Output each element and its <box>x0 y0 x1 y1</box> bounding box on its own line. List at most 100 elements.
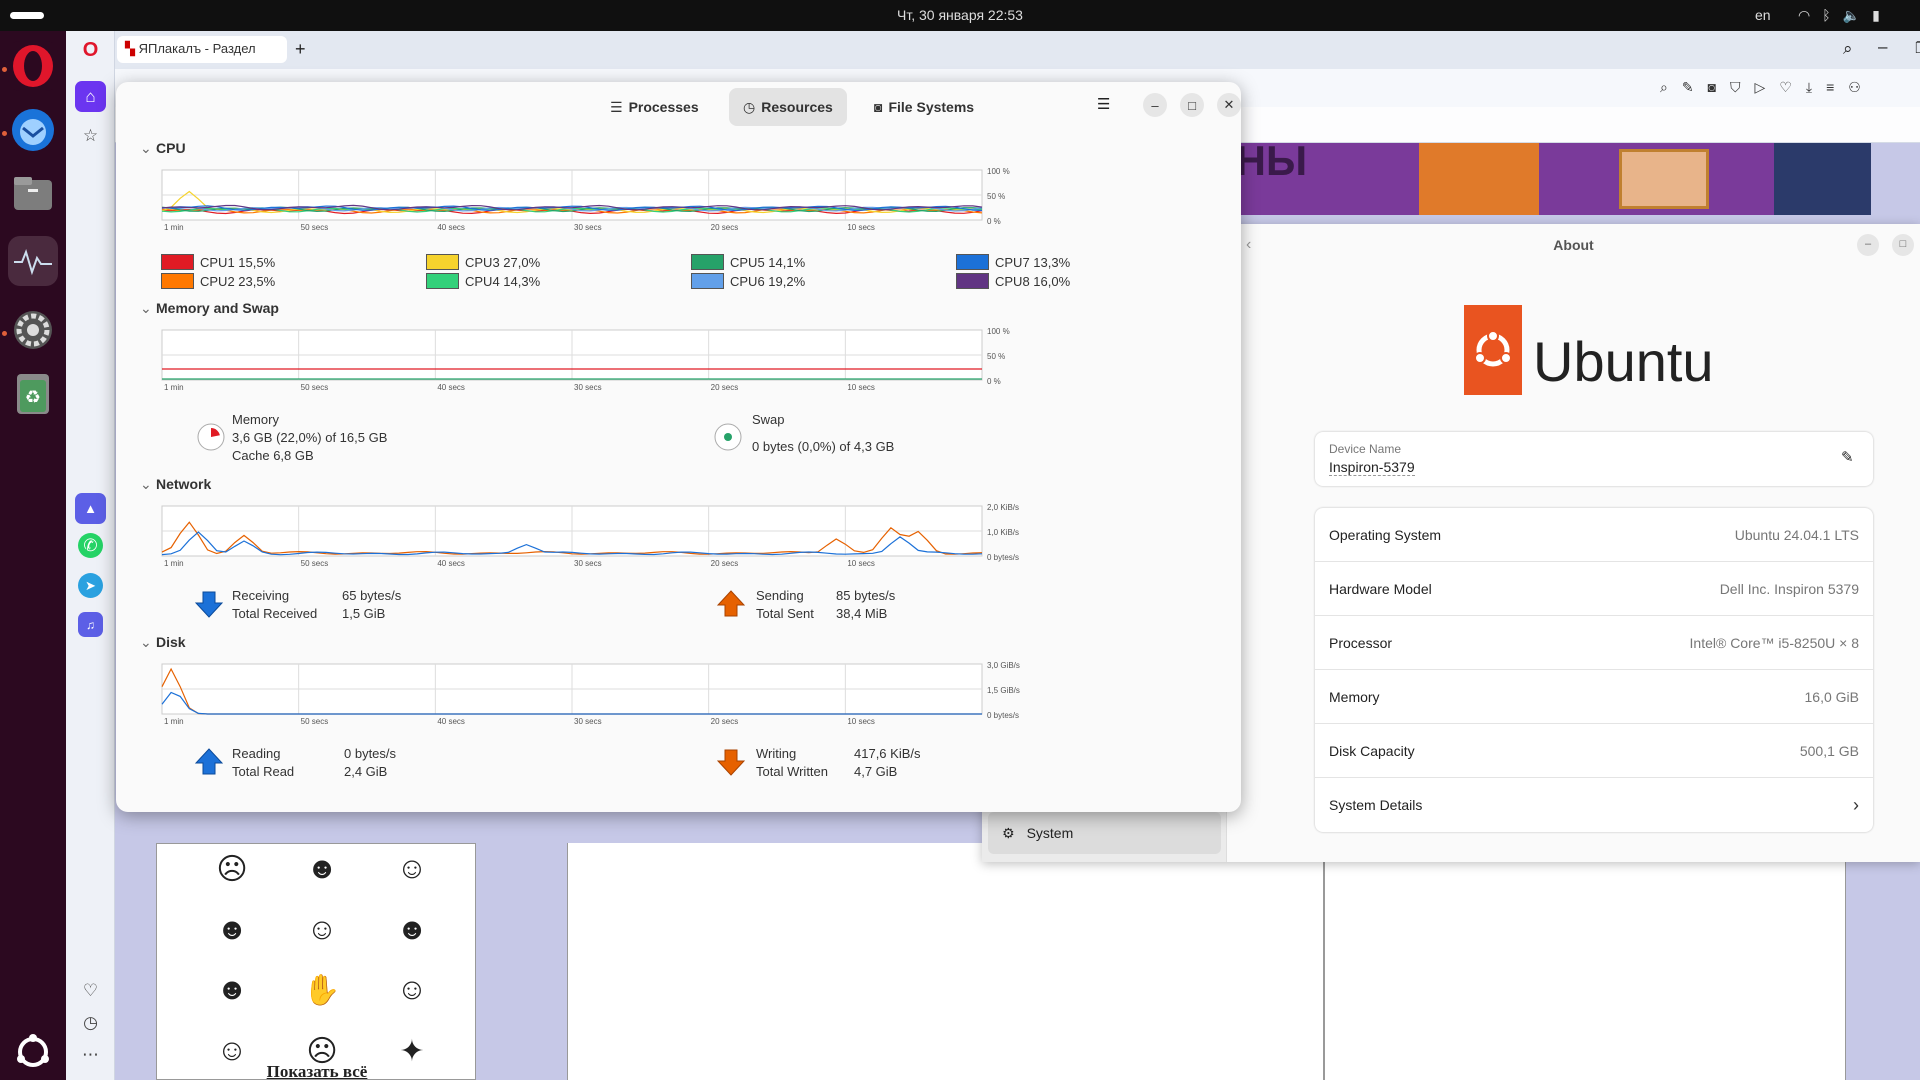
minimize-button[interactable]: – <box>1857 234 1879 256</box>
smiley-icon[interactable]: ✋ <box>277 973 367 1020</box>
restore-icon[interactable]: ❐ <box>1915 39 1920 57</box>
device-name-row[interactable]: Device Name Inspiron-5379 ✎ <box>1315 432 1873 486</box>
system-details-row[interactable]: System Details › <box>1315 778 1873 832</box>
tab-file-systems[interactable]: ◙ File Systems <box>860 88 988 126</box>
show-all-link[interactable]: Показать всё <box>157 1062 477 1080</box>
settings-icon[interactable] <box>8 305 58 355</box>
smiley-icon[interactable]: ☻ <box>187 913 277 959</box>
trash-icon[interactable]: ♻ <box>8 369 58 419</box>
total-read-value: 2,4 GiB <box>344 764 388 779</box>
wifi-icon: ◠ <box>1798 7 1811 23</box>
close-button[interactable]: ✕ <box>1217 93 1241 117</box>
browser-tab[interactable]: ▚ ЯПлакалъ - Раздел <box>117 36 287 63</box>
telegram-icon[interactable]: ➤ <box>78 573 103 598</box>
color-swatch[interactable] <box>956 273 989 289</box>
section-memory[interactable]: ⌄ Memory and Swap <box>140 300 279 317</box>
color-swatch[interactable] <box>691 273 724 289</box>
section-disk[interactable]: ⌄ Disk <box>140 634 186 651</box>
edit-icon[interactable]: ✎ <box>1841 448 1854 466</box>
dock: ♻ <box>0 31 66 1080</box>
cpu-legend-item[interactable]: CPU8 16,0% <box>956 273 1070 289</box>
search-tabs-icon[interactable]: ⌕ <box>1843 39 1853 59</box>
color-swatch[interactable] <box>426 254 459 270</box>
smiley-icon[interactable]: ☻ <box>277 852 367 899</box>
time-tick-label: 1 min <box>164 383 184 392</box>
clock[interactable]: Чт, 30 января 22:53 <box>0 7 1920 23</box>
ubuntu-wordmark: Ubuntu <box>1533 330 1714 393</box>
total-written-value: 4,7 GiB <box>854 764 898 779</box>
home-icon[interactable]: ⌂ <box>75 81 106 112</box>
y-tick-label: 50 % <box>987 352 1005 361</box>
cpu-legend-item[interactable]: CPU5 14,1% <box>691 254 805 270</box>
easy-setup-icon[interactable]: ≡ <box>1826 79 1834 96</box>
aria-icon[interactable]: ▲ <box>75 493 106 524</box>
system-tray[interactable]: ◠ ᛒ 🔈 ▮ <box>1798 7 1880 24</box>
thunderbird-icon[interactable] <box>8 105 58 155</box>
time-tick-label: 10 secs <box>847 383 875 392</box>
download-icon[interactable]: ⤓ <box>1806 79 1812 96</box>
shield-icon[interactable]: ⛉ <box>1730 79 1741 96</box>
cpu-legend-item[interactable]: CPU3 27,0% <box>426 254 540 270</box>
color-swatch[interactable] <box>161 273 194 289</box>
reading-value: 0 bytes/s <box>344 746 397 761</box>
color-swatch[interactable] <box>426 273 459 289</box>
color-swatch[interactable] <box>956 254 989 270</box>
section-network[interactable]: ⌄ Network <box>140 476 211 493</box>
system-monitor-icon[interactable] <box>8 236 58 286</box>
sidebar-item-system[interactable]: ⚙ System <box>988 812 1221 854</box>
heart-icon[interactable]: ♡ <box>1779 79 1792 96</box>
star-icon[interactable]: ☆ <box>75 120 106 151</box>
device-name-field[interactable]: Inspiron-5379 <box>1329 459 1415 476</box>
swap-title: Swap <box>752 412 785 427</box>
cpu-legend-item[interactable]: CPU7 13,3% <box>956 254 1070 270</box>
minimize-button[interactable]: – <box>1143 93 1167 117</box>
smiley-icon[interactable]: ☺ <box>367 852 457 899</box>
cpu-legend-item[interactable]: CPU1 15,5% <box>161 254 275 270</box>
tab-processes[interactable]: ☰ Processes <box>596 88 713 126</box>
smiley-icon[interactable]: ☺ <box>277 913 367 959</box>
maximize-button[interactable]: □ <box>1180 93 1204 117</box>
opera-icon[interactable] <box>8 41 58 91</box>
smiley-icon[interactable]: ☻ <box>367 913 457 959</box>
cpu-legend-item[interactable]: CPU4 14,3% <box>426 273 540 289</box>
tab-resources[interactable]: ◷ Resources <box>729 88 847 126</box>
writing-info: Writing Total Written <box>756 745 828 781</box>
cpu-legend-label: CPU2 23,5% <box>200 273 276 289</box>
smiley-icon[interactable]: ☹ <box>187 852 277 899</box>
cpu-legend-item[interactable]: CPU6 19,2% <box>691 273 805 289</box>
more-icon[interactable]: ⋯ <box>75 1039 106 1070</box>
tab-label: Processes <box>628 99 699 115</box>
swap-info: Swap 0 bytes (0,0%) of 4,3 GB <box>752 411 894 456</box>
page-banner[interactable]: ОНЫ <box>1199 143 1871 215</box>
minimize-icon[interactable]: – <box>1878 37 1887 57</box>
smiley-icon[interactable]: ☺ <box>367 973 457 1020</box>
opera-menu-icon[interactable]: O <box>75 35 106 66</box>
heart-icon[interactable]: ♡ <box>75 975 106 1006</box>
time-tick-label: 30 secs <box>574 717 602 726</box>
section-cpu[interactable]: ⌄ CPU <box>140 140 186 157</box>
music-player-icon[interactable]: ♫ <box>78 612 103 637</box>
whatsapp-icon[interactable]: ✆ <box>78 533 103 558</box>
profile-icon[interactable]: ⚇ <box>1848 79 1861 96</box>
y-tick-label: 100 % <box>987 167 1010 176</box>
color-swatch[interactable] <box>161 254 194 270</box>
sending-info: Sending Total Sent <box>756 587 814 623</box>
cpu-legend-item[interactable]: CPU2 23,5% <box>161 273 275 289</box>
camera-icon[interactable]: ◙ <box>1708 79 1716 96</box>
maximize-button[interactable]: □ <box>1892 234 1914 256</box>
files-icon[interactable] <box>8 169 58 219</box>
color-swatch[interactable] <box>691 254 724 270</box>
writing-values: 417,6 KiB/s 4,7 GiB <box>854 745 921 781</box>
cpu-legend-label: CPU8 16,0% <box>995 273 1071 289</box>
new-tab-button[interactable]: + <box>295 39 306 60</box>
zoom-icon[interactable]: ⌕ <box>1660 79 1668 96</box>
history-icon[interactable]: ◷ <box>75 1007 106 1038</box>
play-icon[interactable]: ▷ <box>1755 79 1766 96</box>
edit-icon[interactable]: ✎ <box>1682 79 1694 96</box>
time-tick-label: 50 secs <box>301 383 329 392</box>
smiley-icon[interactable]: ☻ <box>187 973 277 1020</box>
hamburger-menu-icon[interactable]: ☰ <box>1097 95 1110 113</box>
info-row-hardware-model: Hardware Model Dell Inc. Inspiron 5379 <box>1315 562 1873 616</box>
keyboard-layout-indicator[interactable]: en <box>1755 7 1771 23</box>
show-apps-icon[interactable] <box>8 1027 58 1077</box>
